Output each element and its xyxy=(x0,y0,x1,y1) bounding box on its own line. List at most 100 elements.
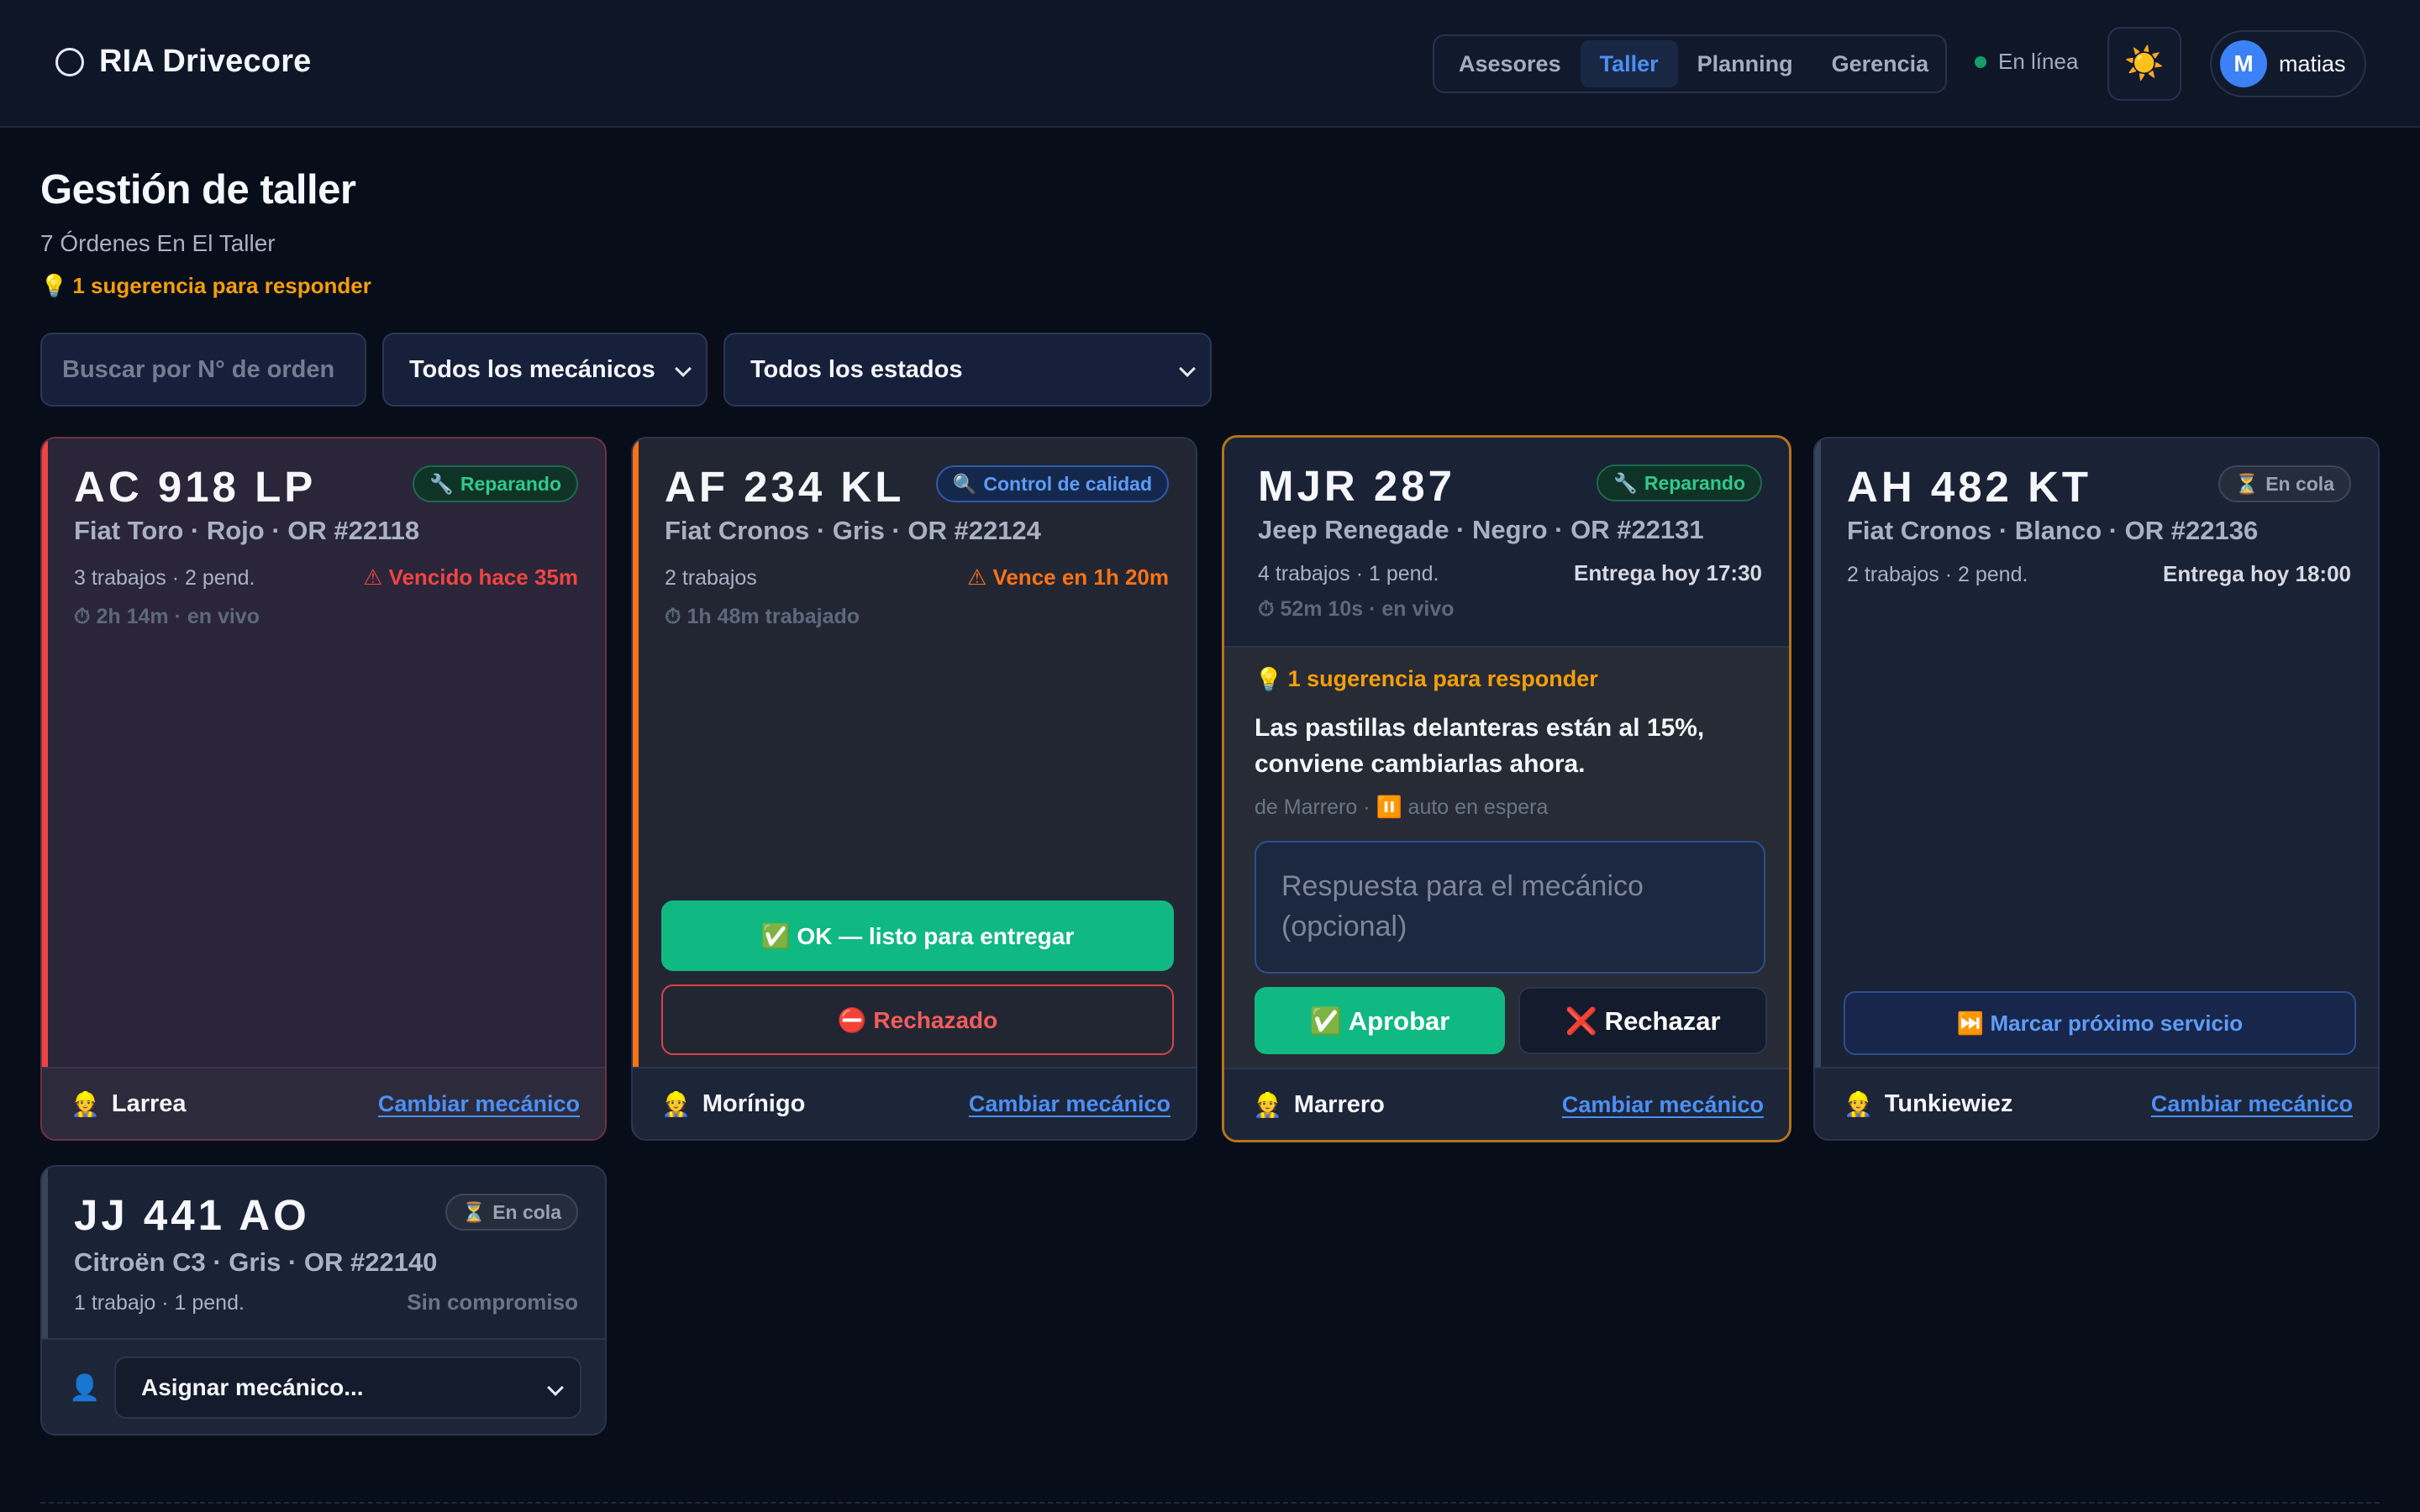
status-badge-label: Reparando xyxy=(460,472,561,495)
mechanic: 👷 Larrea xyxy=(71,1090,187,1118)
work-timer: ⏱ 2h 14m · en vivo xyxy=(74,605,260,628)
status-badge-label: Control de calidad xyxy=(983,472,1152,495)
rejected-button[interactable]: ⛔ Rechazado xyxy=(661,984,1174,1055)
suggestion-title: 💡 1 sugerencia para responder xyxy=(1255,666,1598,693)
order-card[interactable]: AF 234 KL 🔍 Control de calidad Fiat Cron… xyxy=(631,437,1197,1141)
order-search xyxy=(40,333,366,407)
wrench-icon: 🔧 xyxy=(1613,471,1638,494)
status-badge: 🔧 Reparando xyxy=(413,465,578,502)
user-menu[interactable]: M matias xyxy=(2210,30,2366,97)
order-card[interactable]: JJ 441 AO ⏳ En cola Citroën C3 · Gris · … xyxy=(40,1165,607,1436)
jobs-count: 2 trabajos xyxy=(665,566,757,590)
jobs-count: 1 trabajo · 1 pend. xyxy=(74,1291,245,1315)
work-timer: ⏱ 52m 10s · en vivo xyxy=(1258,597,1455,621)
hourglass-icon: ⏳ xyxy=(461,1200,487,1223)
reject-button[interactable]: ❌ Rechazar xyxy=(1518,987,1767,1054)
wrench-icon: 🔧 xyxy=(429,472,454,495)
divider xyxy=(40,1502,2380,1504)
chevron-down-icon xyxy=(547,1379,564,1396)
person-icon: 👤 xyxy=(69,1374,101,1402)
change-mechanic-link[interactable]: Cambiar mecánico xyxy=(969,1091,1171,1117)
mechanic: 👷 Morínigo xyxy=(661,1090,805,1118)
due-status: ⚠ Vence en 1h 20m xyxy=(966,564,1169,590)
due-status: Entrega hoy 17:30 xyxy=(1574,560,1762,585)
mechanic-filter-value: Todos los mecánicos xyxy=(409,355,655,383)
status-badge: 🔍 Control de calidad xyxy=(935,465,1169,502)
lightbulb-icon: 💡 xyxy=(1255,667,1283,692)
mechanic-reply-input[interactable] xyxy=(1255,841,1765,974)
order-search-input[interactable] xyxy=(62,355,339,384)
brand[interactable]: RIA Drivecore xyxy=(55,44,312,80)
status-badge: 🔧 Reparando xyxy=(1597,465,1762,501)
mark-next-service-button[interactable]: ⏭️ Marcar próximo servicio xyxy=(1844,991,2356,1055)
vehicle-info: Citroën C3 · Gris · OR #22140 xyxy=(74,1247,438,1277)
change-mechanic-link[interactable]: Cambiar mecánico xyxy=(378,1091,580,1117)
mechanic-icon: 👷 xyxy=(661,1090,691,1117)
suggestions-notice-text: 1 sugerencia para responder xyxy=(72,273,371,298)
status-badge-label: Reparando xyxy=(1644,471,1745,494)
assign-mechanic-select[interactable]: Asignar mecánico... xyxy=(114,1357,581,1419)
work-timer: ⏱ 1h 48m trabajado xyxy=(665,605,860,628)
tab-asesores[interactable]: Asesores xyxy=(1439,40,1581,87)
card-footer: 👷 Morínigo Cambiar mecánico xyxy=(633,1067,1196,1139)
mechanic: 👷 Marrero xyxy=(1253,1091,1385,1119)
order-card[interactable]: AH 482 KT ⏳ En cola Fiat Cronos · Blanco… xyxy=(1813,437,2380,1141)
mechanic: 👷 Tunkiewiez xyxy=(1844,1090,2012,1118)
mechanic-icon: 👷 xyxy=(1844,1090,1873,1117)
connection-status: En línea xyxy=(1975,49,2078,75)
order-card[interactable]: MJR 287 🔧 Reparando Jeep Renegade · Negr… xyxy=(1222,435,1791,1142)
vehicle-info: Fiat Cronos · Blanco · OR #22136 xyxy=(1847,516,2259,545)
tab-planning[interactable]: Planning xyxy=(1678,40,1812,87)
assign-mechanic-value: Asignar mecánico... xyxy=(141,1374,364,1400)
tab-gerencia[interactable]: Gerencia xyxy=(1812,40,1949,87)
mechanic-name: Marrero xyxy=(1293,1090,1385,1118)
approve-button[interactable]: ✅ Aprobar xyxy=(1255,987,1505,1054)
change-mechanic-link[interactable]: Cambiar mecánico xyxy=(1562,1092,1764,1118)
change-mechanic-link[interactable]: Cambiar mecánico xyxy=(2151,1091,2353,1117)
suggestion-meta: de Marrero · ⏸️ auto en espera xyxy=(1255,795,1549,819)
status-badge: ⏳ En cola xyxy=(2217,465,2351,502)
jobs-count: 2 trabajos · 2 pend. xyxy=(1847,563,2028,586)
status-badge: ⏳ En cola xyxy=(445,1194,578,1231)
status-filter-value: Todos los estados xyxy=(750,355,963,383)
tab-taller[interactable]: Taller xyxy=(1580,40,1678,87)
status-filter-select[interactable]: Todos los estados xyxy=(723,333,1212,407)
orders-count: 7 Órdenes En El Taller xyxy=(40,230,276,256)
card-accent xyxy=(633,438,639,1139)
theme-toggle-button[interactable]: ☀️ xyxy=(2107,27,2181,101)
card-accent xyxy=(1815,438,1821,1139)
top-bar: RIA Drivecore Asesores Taller Planning G… xyxy=(0,0,2420,128)
hourglass-icon: ⏳ xyxy=(2234,472,2260,495)
online-dot-icon xyxy=(1975,55,1986,68)
mechanic-filter-select[interactable]: Todos los mecánicos xyxy=(382,333,708,407)
mechanic-name: Tunkiewiez xyxy=(1884,1089,2013,1117)
vehicle-info: Jeep Renegade · Negro · OR #22131 xyxy=(1258,515,1704,544)
avatar: M xyxy=(2220,40,2267,87)
sun-icon: ☀️ xyxy=(2124,46,2165,81)
suggestion-title-text: 1 sugerencia para responder xyxy=(1287,666,1598,691)
jobs-count: 3 trabajos · 2 pend. xyxy=(74,566,255,590)
plate: AH 482 KT xyxy=(1847,463,2092,511)
order-card[interactable]: AC 918 LP 🔧 Reparando Fiat Toro · Rojo ·… xyxy=(40,437,607,1141)
due-status: ⚠ Vencido hace 35m xyxy=(363,564,578,590)
card-footer: 👷 Marrero Cambiar mecánico xyxy=(1224,1068,1789,1140)
logo-ring-icon xyxy=(55,47,84,76)
magnifier-icon: 🔍 xyxy=(952,472,977,495)
main-nav: Asesores Taller Planning Gerencia xyxy=(1433,34,1947,93)
suggestions-notice[interactable]: 💡 1 sugerencia para responder xyxy=(40,273,371,299)
status-badge-label: En cola xyxy=(2265,472,2334,495)
plate: JJ 441 AO xyxy=(74,1191,310,1239)
mechanic-icon: 👷 xyxy=(71,1090,100,1117)
suggestion-text: Las pastillas delanteras están al 15%, c… xyxy=(1255,714,1705,778)
due-status: Sin compromiso xyxy=(407,1289,578,1315)
connection-status-text: En línea xyxy=(1998,49,2079,74)
card-footer: 👷 Larrea Cambiar mecánico xyxy=(42,1067,605,1139)
card-footer: 👷 Tunkiewiez Cambiar mecánico xyxy=(1815,1067,2378,1139)
status-badge-label: En cola xyxy=(492,1200,561,1223)
page-title: Gestión de taller xyxy=(40,167,356,213)
due-status: Entrega hoy 18:00 xyxy=(2163,561,2351,586)
mechanic-name: Morínigo xyxy=(702,1089,806,1117)
card-accent xyxy=(42,438,48,1139)
ok-ready-button[interactable]: ✅ OK — listo para entregar xyxy=(661,900,1174,971)
plate: MJR 287 xyxy=(1258,462,1455,510)
